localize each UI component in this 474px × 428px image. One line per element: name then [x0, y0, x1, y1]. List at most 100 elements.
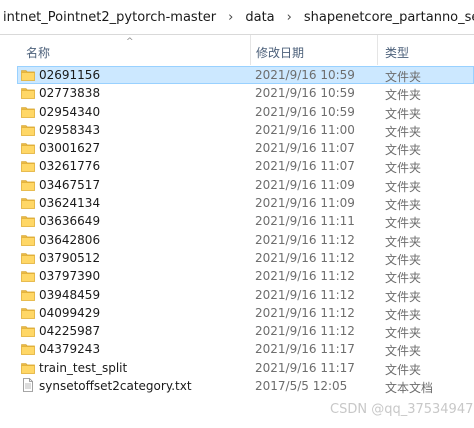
- file-modified-date: 2021/9/16 11:17: [255, 342, 355, 357]
- folder-icon: [21, 362, 35, 374]
- file-modified-date: 2021/9/16 10:59: [255, 104, 355, 119]
- breadcrumb-item-data[interactable]: data: [242, 10, 277, 25]
- breadcrumb: intnet_Pointnet2_pytorch-master › data ›…: [0, 0, 474, 35]
- column-header-name[interactable]: 名称: [26, 44, 50, 61]
- file-name: 03797390: [39, 269, 101, 284]
- folder-icon: [21, 124, 35, 136]
- file-modified-date: 2021/9/16 11:12: [255, 305, 355, 320]
- file-name: 02691156: [39, 68, 101, 82]
- text-file-icon: [21, 378, 35, 392]
- file-modified-date: 2021/9/16 11:12: [255, 269, 355, 284]
- file-row[interactable]: 04099429 2021/9/16 11:12 文件夹: [0, 304, 474, 322]
- file-name: 02958343: [39, 122, 101, 137]
- file-row[interactable]: 02958343 2021/9/16 11:00 文件夹: [0, 121, 474, 139]
- file-modified-date: 2021/9/16 11:09: [255, 196, 355, 211]
- column-header-type[interactable]: 类型: [385, 44, 409, 61]
- file-modified-date: 2021/9/16 11:07: [255, 141, 355, 156]
- file-modified-date: 2021/9/16 11:12: [255, 232, 355, 247]
- folder-icon: [21, 179, 35, 191]
- file-type: 文件夹: [385, 70, 422, 84]
- folder-icon: [21, 197, 35, 209]
- file-row[interactable]: 02773838 2021/9/16 10:59 文件夹: [0, 84, 474, 102]
- breadcrumb-separator-icon[interactable]: ›: [278, 10, 301, 25]
- file-type: 文件夹: [385, 198, 422, 213]
- folder-icon: [21, 160, 35, 173]
- folder-icon: [21, 270, 35, 283]
- file-type: 文本文档: [385, 381, 434, 396]
- watermark: CSDN @qq_37534947: [330, 402, 474, 417]
- file-type: 文件夹: [385, 161, 422, 176]
- file-modified-date: 2021/9/16 11:07: [255, 159, 355, 174]
- file-type: 文件夹: [385, 234, 422, 249]
- file-row[interactable]: 03001627 2021/9/16 11:07 文件夹: [0, 139, 474, 157]
- folder-icon: [21, 215, 35, 228]
- file-modified-date: 2021/9/16 11:17: [255, 360, 355, 375]
- file-row[interactable]: 03797390 2021/9/16 11:12 文件夹: [0, 267, 474, 285]
- file-row[interactable]: 04379243 2021/9/16 11:17 文件夹: [0, 340, 474, 358]
- file-row[interactable]: 03261776 2021/9/16 11:07 文件夹: [0, 157, 474, 175]
- column-header: ^ 名称 修改日期 类型: [0, 35, 474, 65]
- file-name: 03624134: [39, 196, 101, 211]
- file-name: 02773838: [39, 86, 101, 101]
- column-divider[interactable]: [377, 35, 378, 65]
- folder-icon: [21, 142, 35, 154]
- folder-icon: [21, 325, 35, 337]
- file-name: 04379243: [39, 342, 101, 357]
- file-type: 文件夹: [385, 362, 422, 377]
- file-row[interactable]: 03790512 2021/9/16 11:12 文件夹: [0, 249, 474, 267]
- file-type: 文件夹: [385, 124, 422, 139]
- column-divider[interactable]: [250, 35, 251, 65]
- file-name: 02954340: [39, 104, 101, 119]
- file-modified-date: 2021/9/16 11:12: [255, 287, 355, 302]
- file-type: 文件夹: [385, 289, 422, 304]
- file-type: 文件夹: [385, 216, 422, 231]
- file-type: 文件夹: [385, 307, 422, 322]
- file-name: 03467517: [39, 177, 101, 192]
- file-row[interactable]: 03948459 2021/9/16 11:12 文件夹: [0, 286, 474, 304]
- file-name: 04225987: [39, 324, 101, 339]
- file-name: 03636649: [39, 214, 101, 229]
- file-name: 03642806: [39, 232, 101, 247]
- folder-icon: [21, 87, 35, 100]
- breadcrumb-item-current[interactable]: shapenetcore_partanno_segmentation_bench…: [301, 10, 474, 25]
- breadcrumb-item-root[interactable]: intnet_Pointnet2_pytorch-master: [0, 10, 219, 25]
- file-modified-date: 2021/9/16 10:59: [255, 68, 355, 82]
- file-modified-date: 2021/9/16 11:00: [255, 122, 355, 137]
- sort-ascending-icon: ^: [126, 37, 134, 47]
- file-type: 文件夹: [385, 271, 422, 286]
- file-type: 文件夹: [385, 326, 422, 341]
- file-type: 文件夹: [385, 143, 422, 158]
- file-name: synsetoffset2category.txt: [39, 379, 192, 394]
- file-row[interactable]: train_test_split 2021/9/16 11:17 文件夹: [0, 359, 474, 377]
- folder-icon: [21, 69, 35, 81]
- folder-icon: [21, 307, 35, 319]
- file-type: 文件夹: [385, 106, 422, 121]
- file-type: 文件夹: [385, 179, 422, 194]
- file-modified-date: 2021/9/16 11:12: [255, 324, 355, 339]
- file-row[interactable]: 02691156 2021/9/16 10:59 文件夹: [0, 66, 474, 84]
- breadcrumb-separator-icon[interactable]: ›: [219, 10, 242, 25]
- file-name: 03790512: [39, 250, 101, 265]
- file-list: 02691156 2021/9/16 10:59 文件夹 02773838 2021/9…: [0, 66, 474, 395]
- file-row[interactable]: 03624134 2021/9/16 11:09 文件夹: [0, 194, 474, 212]
- file-name: train_test_split: [39, 360, 128, 375]
- file-row[interactable]: 02954340 2021/9/16 10:59 文件夹: [0, 103, 474, 121]
- file-name: 03261776: [39, 159, 101, 174]
- file-name: 03001627: [39, 141, 101, 156]
- file-row[interactable]: 03467517 2021/9/16 11:09 文件夹: [0, 176, 474, 194]
- file-type: 文件夹: [385, 88, 422, 103]
- folder-icon: [21, 343, 35, 356]
- file-modified-date: 2021/9/16 11:09: [255, 177, 355, 192]
- file-modified-date: 2021/9/16 10:59: [255, 86, 355, 101]
- file-modified-date: 2017/5/5 12:05: [255, 379, 348, 394]
- file-row[interactable]: 04225987 2021/9/16 11:12 文件夹: [0, 322, 474, 340]
- file-name: 04099429: [39, 305, 101, 320]
- file-row[interactable]: 03636649 2021/9/16 11:11 文件夹: [0, 212, 474, 230]
- file-row[interactable]: 03642806 2021/9/16 11:12 文件夹: [0, 231, 474, 249]
- folder-icon: [21, 252, 35, 264]
- file-name: 03948459: [39, 287, 101, 302]
- file-row[interactable]: synsetoffset2category.txt 2017/5/5 12:05 文…: [0, 377, 474, 395]
- folder-icon: [21, 106, 35, 118]
- folder-icon: [21, 289, 35, 301]
- column-header-date[interactable]: 修改日期: [256, 44, 304, 61]
